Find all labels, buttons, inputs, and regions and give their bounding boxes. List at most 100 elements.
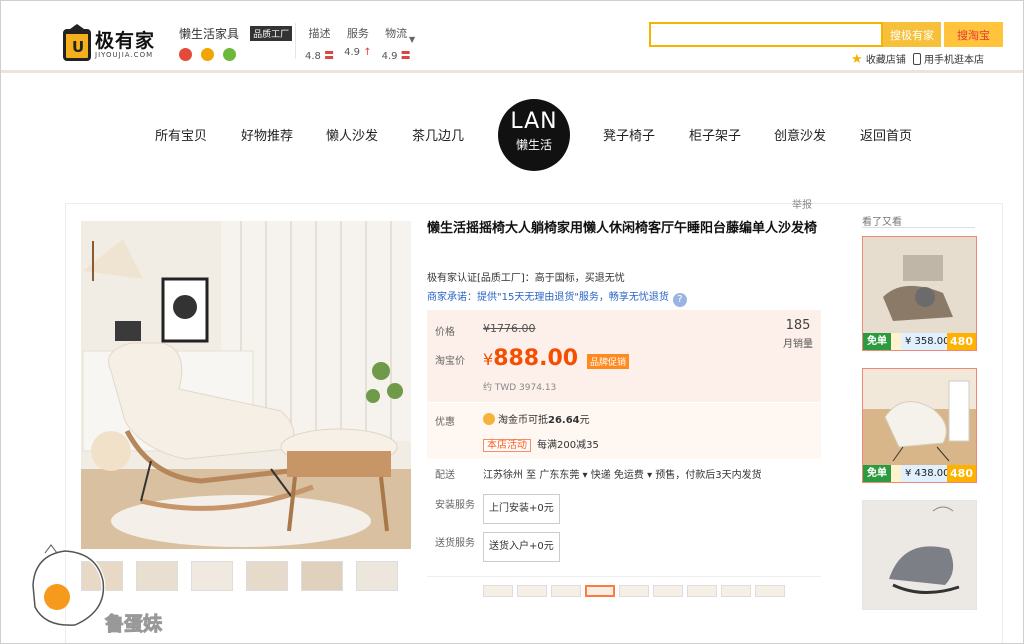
report-link[interactable]: 举报 <box>792 196 812 211</box>
sku-option[interactable] <box>653 585 683 597</box>
sku-option[interactable] <box>619 585 649 597</box>
activity-tag: 本店活动 <box>483 439 531 452</box>
watermark-text: 鲁蛋妹 <box>104 613 163 636</box>
mobile-shop-link[interactable]: 用手机逛本店 <box>913 51 984 66</box>
shop-nav: 所有宝贝 好物推荐 懒人沙发 茶几边几 LAN 懒生活 凳子椅子 柜子架子 创意… <box>1 99 1023 171</box>
coin-unit: 元 <box>579 415 590 426</box>
gold-seller-icon <box>201 48 214 61</box>
product-main-image[interactable] <box>81 221 411 549</box>
help-icon[interactable]: ? <box>672 293 687 307</box>
page: U 极有家 JIYOUJIA.COM 懒生活家具 品质工厂 描述 4.8 〓 服… <box>0 0 1024 644</box>
shop-name[interactable]: 懒生活家具 <box>179 25 239 42</box>
ship-label: 配送 <box>435 470 455 481</box>
trend-icon: 〓 <box>324 51 335 62</box>
taobao-price-label: 淘宝价 <box>435 356 465 367</box>
chevron-down-icon[interactable]: ▼ <box>409 35 415 44</box>
coin-icon <box>483 413 495 425</box>
nav-item-side-table[interactable]: 茶几边几 <box>412 125 464 144</box>
sku-option[interactable] <box>517 585 547 597</box>
shop-badge: 品质工厂 <box>250 26 293 41</box>
nav-item-chairs[interactable]: 凳子椅子 <box>603 125 655 144</box>
product-thumbnail <box>863 237 976 337</box>
rating-value: 4.9 <box>344 47 360 58</box>
recommend-price: ¥ 438.00 <box>901 465 954 482</box>
coin-offer: 淘金币可抵26.64元 <box>483 411 590 426</box>
search-input[interactable] <box>649 22 883 47</box>
product-thumbnail <box>863 501 976 609</box>
sku-option[interactable] <box>755 585 785 597</box>
brand-logo-text: LAN <box>510 109 558 134</box>
free-tag: 免单 <box>863 465 891 482</box>
discount-box: 优惠 淘金币可抵26.64元 本店活动 每满200减35 <box>427 403 821 459</box>
shipping-selector[interactable]: 江苏徐州 至 广东东莞 ▾ 快递 免运费 ▾ 预售，付款后3天内发货 <box>483 466 762 481</box>
nav-item-home[interactable]: 返回首页 <box>860 125 912 144</box>
divider <box>427 576 821 577</box>
favorite-shop-link[interactable]: ★ 收藏店铺 <box>851 51 906 67</box>
price-label: 价格 <box>435 327 455 338</box>
star-icon: ★ <box>851 52 863 67</box>
twd-price: 约 TWD 3974.13 <box>483 383 557 393</box>
brand-logo-sub: 懒生活 <box>515 138 552 152</box>
shop-info: 懒生活家具 品质工厂 <box>179 23 293 61</box>
nav-item-cabinets[interactable]: 柜子架子 <box>689 125 741 144</box>
coin-amount: 26.64 <box>548 415 580 426</box>
divider <box>862 227 975 228</box>
rating-logistics: 物流 4.9 〓 <box>382 25 411 62</box>
recommend-item[interactable]: 免单 ¥ 438.00 480 <box>862 368 977 483</box>
thumbnail[interactable] <box>191 561 233 591</box>
search-site-button[interactable]: 搜极有家 <box>883 22 941 47</box>
search-bar: 搜极有家 搜淘宝 <box>649 22 1003 47</box>
sku-options <box>483 585 785 597</box>
price-box: 价格 ¥1776.00 淘宝价 ¥888.00 品牌促销 约 TWD 3974.… <box>427 310 821 402</box>
install-option[interactable]: 上门安装+0元 <box>483 494 560 524</box>
thumbnail[interactable] <box>246 561 288 591</box>
rocking-chair-photo <box>81 221 411 549</box>
free-tag: 免单 <box>863 333 891 350</box>
activity-text: 每满200减35 <box>537 440 599 451</box>
recommend-promo-price: 480 <box>947 465 976 482</box>
rating-label: 物流 <box>385 27 408 40</box>
nav-item-all[interactable]: 所有宝贝 <box>155 125 207 144</box>
store-header: U 极有家 JIYOUJIA.COM 懒生活家具 品质工厂 描述 4.8 〓 服… <box>1 1 1023 73</box>
recommend-item[interactable]: 免单 ¥ 358.00 480 <box>862 236 977 351</box>
rating-value: 4.9 <box>381 51 398 62</box>
install-label: 安装服务 <box>435 500 475 511</box>
merchant-promise[interactable]: 商家承诺：提供"15天无理由退货"服务，畅享无忧退货? <box>427 288 687 307</box>
nav-item-creative-sofa[interactable]: 创意沙发 <box>774 125 826 144</box>
sku-option[interactable] <box>551 585 581 597</box>
currency-symbol: ¥ <box>483 350 494 369</box>
delivery-option[interactable]: 送货入户+0元 <box>483 532 560 562</box>
nav-item-lazy-sofa[interactable]: 懒人沙发 <box>326 125 378 144</box>
sidebar-title: 看了又看 <box>862 217 902 228</box>
coin-text: 淘金币可抵 <box>498 415 548 426</box>
favorite-label: 收藏店铺 <box>865 55 906 66</box>
sales-count: 185 <box>785 318 811 333</box>
thumbnail[interactable] <box>301 561 343 591</box>
price-value: 888.00 <box>493 346 579 371</box>
original-price: ¥1776.00 <box>483 322 536 335</box>
current-price: ¥888.00 <box>483 346 578 371</box>
discount-label: 优惠 <box>435 417 455 428</box>
search-taobao-button[interactable]: 搜淘宝 <box>944 22 1003 47</box>
sku-option-selected[interactable] <box>585 585 615 597</box>
sales-label: 月销量 <box>783 339 813 350</box>
thumbnail[interactable] <box>356 561 398 591</box>
delivery-label: 送货服务 <box>435 538 475 549</box>
sku-option[interactable] <box>483 585 513 597</box>
recommend-item[interactable] <box>862 500 977 610</box>
certification-text: 极有家认证[品质工厂]：高于国标，买退无忧 <box>427 273 625 284</box>
sku-option[interactable] <box>721 585 751 597</box>
rating-label: 描述 <box>308 27 331 40</box>
phone-icon <box>913 53 921 65</box>
house-logo-icon: U <box>63 29 91 61</box>
rating-description: 描述 4.8 〓 <box>305 25 334 62</box>
site-logo[interactable]: U 极有家 JIYOUJIA.COM <box>63 29 155 61</box>
nav-item-recommend[interactable]: 好物推荐 <box>241 125 293 144</box>
promo-badge: 品牌促销 <box>587 354 630 369</box>
sku-option[interactable] <box>687 585 717 597</box>
shop-ratings[interactable]: 描述 4.8 〓 服务 4.9 ↑ 物流 4.9 〓 <box>305 25 411 62</box>
brand-logo[interactable]: LAN 懒生活 <box>498 99 570 171</box>
rating-value: 4.8 <box>305 51 321 62</box>
monthly-sales: 185 月销量 <box>783 318 813 350</box>
shop-activity: 本店活动 每满200减35 <box>483 436 599 452</box>
